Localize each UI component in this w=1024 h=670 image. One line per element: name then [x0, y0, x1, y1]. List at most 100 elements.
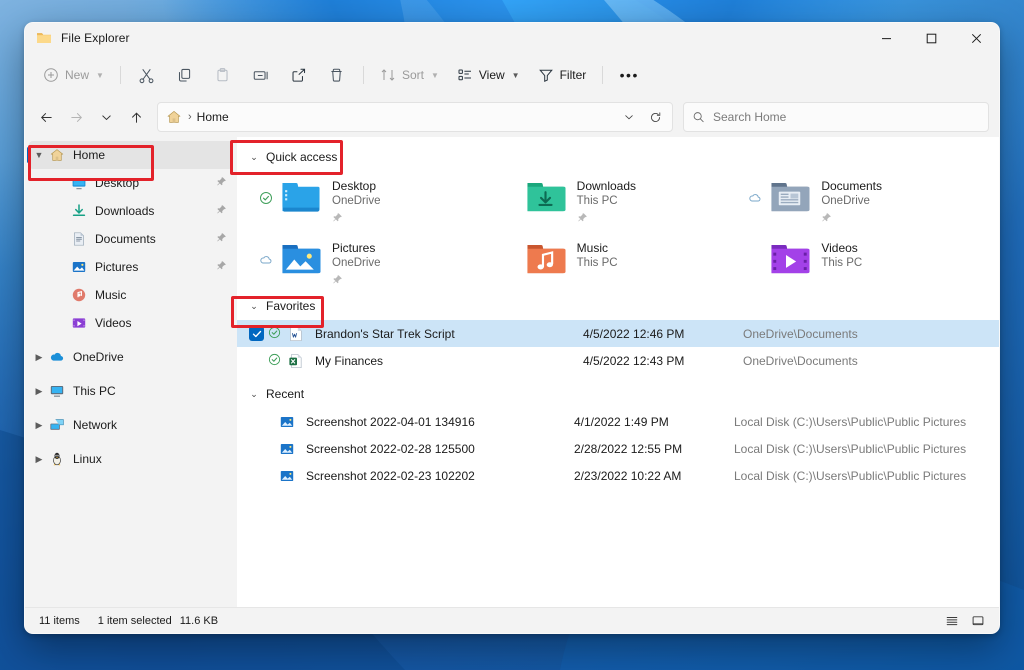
- chevron-down-icon: ⌄: [249, 301, 259, 312]
- pin-icon[interactable]: [332, 274, 343, 285]
- pin-icon[interactable]: [577, 212, 588, 223]
- favorites-header[interactable]: ⌄ Favorites: [249, 295, 319, 317]
- paste-button[interactable]: [205, 59, 241, 91]
- share-button[interactable]: [281, 59, 317, 91]
- network-icon: [49, 417, 65, 433]
- sidebar-item-onedrive[interactable]: ▶ OneDrive: [29, 343, 233, 371]
- sidebar-item-desktop[interactable]: Desktop: [29, 169, 233, 197]
- recent-locations-button[interactable]: [91, 102, 121, 132]
- sidebar-item-music[interactable]: Music: [29, 281, 233, 309]
- table-row[interactable]: Screenshot 2022-02-23 1022022/23/2022 10…: [237, 462, 999, 489]
- quick-access-tile-name: Music: [577, 241, 618, 256]
- address-dropdown-button[interactable]: [616, 104, 642, 130]
- sidebar-item-downloads[interactable]: Downloads: [29, 197, 233, 225]
- table-row[interactable]: Screenshot 2022-04-01 1349164/1/2022 1:4…: [237, 408, 999, 435]
- row-checkbox[interactable]: [249, 326, 264, 341]
- sidebar-item-label: OneDrive: [73, 350, 124, 364]
- quick-access-tile-location: This PC: [577, 194, 636, 209]
- pin-icon[interactable]: [216, 176, 227, 187]
- chevron-right-icon[interactable]: ▶: [29, 454, 49, 465]
- row-path: OneDrive\Documents: [743, 327, 858, 341]
- share-icon: [290, 67, 307, 84]
- table-row[interactable]: My Finances4/5/2022 12:43 PMOneDrive\Doc…: [237, 347, 999, 374]
- new-button[interactable]: New ▼: [35, 59, 112, 91]
- pin-icon-wrap[interactable]: [216, 230, 227, 248]
- large-icons-view-toggle[interactable]: [967, 611, 989, 631]
- minimize-button[interactable]: [864, 23, 909, 53]
- chevron-right-icon[interactable]: ▶: [29, 420, 49, 431]
- sidebar-item-this-pc[interactable]: ▶ This PC: [29, 377, 233, 405]
- sidebar-item-videos[interactable]: Videos: [29, 309, 233, 337]
- delete-button[interactable]: [319, 59, 355, 91]
- sidebar-item-documents[interactable]: Documents: [29, 225, 233, 253]
- view-button[interactable]: View ▼: [449, 59, 528, 91]
- search-box[interactable]: [683, 102, 989, 132]
- quick-access-tile-documents[interactable]: Documents OneDrive: [744, 174, 989, 224]
- folder-icon: [36, 30, 52, 46]
- forward-button[interactable]: [61, 102, 91, 132]
- table-row[interactable]: Brandon's Star Trek Script4/5/2022 12:46…: [237, 320, 999, 347]
- quick-access-tile-meta: Videos This PC: [821, 236, 862, 271]
- quick-access-tile-music[interactable]: Music This PC: [500, 236, 745, 286]
- quick-access-tile-name: Pictures: [332, 241, 381, 256]
- search-icon: [692, 110, 705, 124]
- pin-icon-wrap[interactable]: [821, 210, 882, 228]
- chevron-right-icon[interactable]: ▶: [29, 386, 49, 397]
- pin-icon-wrap[interactable]: [216, 258, 227, 276]
- pin-icon[interactable]: [216, 260, 227, 271]
- row-name: Brandon's Star Trek Script: [315, 327, 583, 341]
- details-view-toggle[interactable]: [941, 611, 963, 631]
- view-button-label: View: [479, 68, 505, 82]
- folder-downloads-icon: [526, 180, 566, 214]
- cloud-icon: [748, 191, 762, 205]
- chevron-down-icon[interactable]: ▼: [29, 150, 49, 160]
- pin-icon[interactable]: [216, 232, 227, 243]
- quick-access-tile-pictures[interactable]: Pictures OneDrive: [255, 236, 500, 286]
- table-row[interactable]: Screenshot 2022-02-28 1255002/28/2022 12…: [237, 435, 999, 462]
- quick-access-header[interactable]: ⌄ Quick access: [249, 146, 341, 168]
- pin-icon[interactable]: [821, 212, 832, 223]
- onedrive-icon: [49, 349, 65, 365]
- quick-access-tile-videos[interactable]: Videos This PC: [744, 236, 989, 286]
- chevron-right-icon[interactable]: ▶: [29, 352, 49, 363]
- copy-button[interactable]: [167, 59, 203, 91]
- sort-button[interactable]: Sort ▼: [372, 59, 447, 91]
- more-options-button[interactable]: •••: [611, 59, 647, 91]
- recent-header[interactable]: ⌄ Recent: [249, 383, 308, 405]
- filter-button[interactable]: Filter: [530, 59, 595, 91]
- back-button[interactable]: [31, 102, 61, 132]
- pin-icon-wrap[interactable]: [216, 174, 227, 192]
- refresh-button[interactable]: [642, 104, 668, 130]
- row-path: Local Disk (C:)\Users\Public\Public Pict…: [734, 469, 966, 483]
- view-toggles: [941, 611, 989, 631]
- row-date: 4/5/2022 12:46 PM: [583, 327, 743, 341]
- pin-icon[interactable]: [332, 212, 343, 223]
- quick-access-tile-meta: Music This PC: [577, 236, 618, 271]
- sidebar-item-label: This PC: [73, 384, 116, 398]
- breadcrumb[interactable]: › Home: [157, 102, 673, 132]
- quick-access-tile-desktop[interactable]: Desktop OneDrive: [255, 174, 500, 224]
- videos-icon: [71, 315, 87, 331]
- navigation-pane[interactable]: ▼HomeDesktopDownloadsDocumentsPicturesMu…: [25, 137, 237, 607]
- pin-icon-wrap[interactable]: [332, 272, 381, 290]
- maximize-button[interactable]: [909, 23, 954, 53]
- sidebar-item-linux[interactable]: ▶Linux: [29, 445, 233, 473]
- cut-button[interactable]: [129, 59, 165, 91]
- sidebar-item-pictures[interactable]: Pictures: [29, 253, 233, 281]
- command-bar: New ▼: [25, 53, 999, 97]
- pin-icon[interactable]: [216, 204, 227, 215]
- thispc-icon: [49, 383, 65, 399]
- pin-icon-wrap[interactable]: [577, 210, 636, 228]
- close-button[interactable]: [954, 23, 999, 53]
- breadcrumb-current[interactable]: Home: [197, 110, 229, 124]
- up-button[interactable]: [121, 102, 151, 132]
- row-date: 4/5/2022 12:43 PM: [583, 354, 743, 368]
- rename-button[interactable]: [243, 59, 279, 91]
- search-input[interactable]: [713, 110, 980, 124]
- pin-icon-wrap[interactable]: [216, 202, 227, 220]
- new-button-label: New: [65, 68, 89, 82]
- sidebar-item-home[interactable]: ▼Home: [29, 141, 233, 169]
- sidebar-item-network[interactable]: ▶Network: [29, 411, 233, 439]
- quick-access-tile-downloads[interactable]: Downloads This PC: [500, 174, 745, 224]
- pin-icon-wrap[interactable]: [332, 210, 381, 228]
